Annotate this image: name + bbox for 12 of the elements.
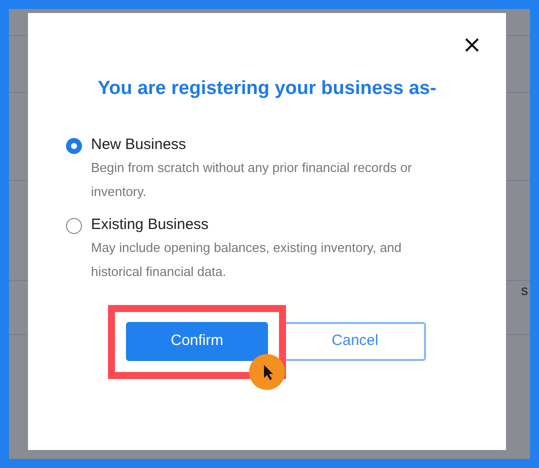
- cancel-button[interactable]: Cancel: [284, 322, 426, 360]
- option-description: Begin from scratch without any prior financial records or inventory.: [91, 158, 413, 201]
- confirm-button[interactable]: Confirm: [126, 322, 268, 360]
- radio-button[interactable]: [66, 138, 82, 154]
- background-text: s: [521, 281, 528, 300]
- cursor-icon: [249, 354, 285, 390]
- option-label: New Business: [91, 134, 188, 154]
- radio-button[interactable]: [66, 218, 82, 234]
- option-description: May include opening balances, existing inventory, and historical financial data.: [91, 238, 403, 280]
- option-label: Existing Business: [91, 214, 210, 234]
- dialog-title: You are registering your business as-: [98, 77, 436, 101]
- close-icon: [465, 38, 479, 52]
